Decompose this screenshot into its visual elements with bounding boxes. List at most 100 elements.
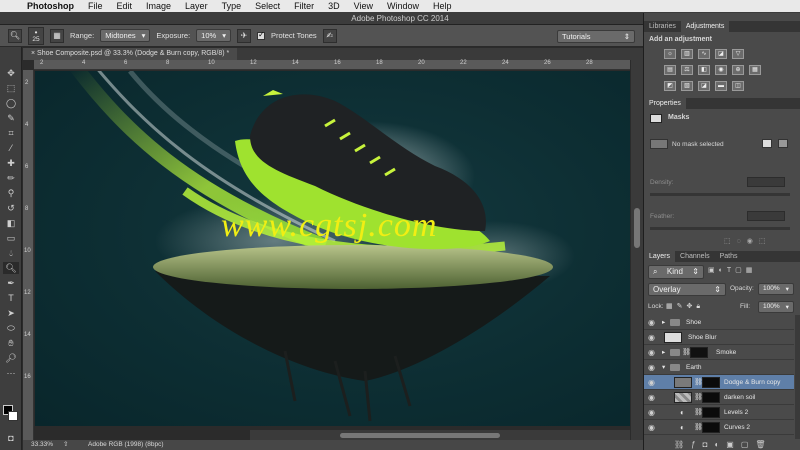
eraser-tool-icon[interactable]: ◧ (3, 217, 19, 229)
fill-field[interactable]: 100% ▾ (758, 301, 794, 313)
brush-tool-icon[interactable]: ✏︎ (3, 172, 19, 184)
tab-adjustments[interactable]: Adjustments (680, 21, 730, 32)
marquee-tool-icon[interactable]: ⬚ (3, 82, 19, 94)
document-canvas[interactable]: www.cgtsj.com (35, 71, 630, 426)
expand-arrow-icon[interactable]: ▸ (662, 345, 665, 360)
pressure-size-icon[interactable]: ✍︎ (322, 28, 337, 43)
lasso-tool-icon[interactable]: ◯ (3, 97, 19, 109)
scroll-thumb[interactable] (634, 208, 640, 248)
menu-help[interactable]: Help (426, 1, 459, 11)
eye-icon[interactable]: ◉ (648, 420, 655, 435)
eyedropper-tool-icon[interactable]: ⁄ (3, 142, 19, 154)
gradient-tool-icon[interactable]: ▭ (3, 232, 19, 244)
background-color-swatch[interactable] (8, 411, 18, 421)
tab-layers[interactable]: Layers (644, 251, 676, 262)
hand-tool-icon[interactable]: ✋︎ (3, 337, 19, 349)
type-tool-icon[interactable]: T (3, 292, 19, 304)
path-select-tool-icon[interactable]: ➤ (3, 307, 19, 319)
tab-libraries[interactable]: Libraries (644, 21, 681, 32)
black-white-icon[interactable]: ◧ (698, 65, 710, 75)
layer-row[interactable]: ◉ ▸ Shoe (644, 315, 794, 330)
crop-tool-icon[interactable]: ⌗ (3, 127, 19, 139)
scroll-thumb[interactable] (340, 433, 500, 438)
pen-tool-icon[interactable]: ✒︎ (3, 277, 19, 289)
layer-row-selected[interactable]: ◉ ⛓︎ Dodge & Burn copy (644, 375, 794, 390)
quick-select-tool-icon[interactable]: ✎ (3, 112, 19, 124)
shape-tool-icon[interactable]: ⬭ (3, 322, 19, 334)
eye-icon[interactable]: ◉ (648, 315, 655, 330)
collapse-arrow-icon[interactable]: ▾ (662, 360, 665, 375)
menu-window[interactable]: Window (380, 1, 426, 11)
gradient-map-icon[interactable]: ▬ (715, 81, 727, 91)
move-tool-icon[interactable]: ✥ (3, 67, 19, 79)
eye-icon[interactable]: ◉ (648, 330, 655, 345)
opacity-field[interactable]: 100% ▾ (758, 283, 794, 295)
blend-mode-select[interactable]: Overlay ⇕ (648, 283, 726, 296)
protect-tones-checkbox[interactable] (256, 30, 265, 40)
blur-tool-icon[interactable]: 💧︎ (3, 247, 19, 259)
menu-select[interactable]: Select (248, 1, 287, 11)
menu-app[interactable]: Photoshop (20, 1, 81, 11)
feather-slider[interactable] (650, 227, 790, 230)
selective-color-icon[interactable]: ◫ (732, 81, 744, 91)
threshold-icon[interactable]: ◪ (698, 81, 710, 91)
layers-scrollbar[interactable] (795, 315, 800, 439)
zoom-level[interactable]: 33.33% (31, 440, 53, 450)
dodge-tool-icon[interactable]: 🔍︎ (3, 262, 19, 274)
range-select[interactable]: Midtones ▾ (100, 29, 151, 42)
menu-edit[interactable]: Edit (110, 1, 140, 11)
layer-filter-kind[interactable]: ⌕ Kind ⇕ (648, 265, 704, 279)
brush-panel-icon[interactable]: ▦ (50, 28, 64, 43)
zoom-tool-icon[interactable]: 🔎︎ (3, 352, 19, 364)
quick-mask-icon[interactable]: ◘ (3, 432, 19, 444)
airbrush-icon[interactable]: ✈︎ (236, 28, 251, 43)
photo-filter-icon[interactable]: ◉ (715, 65, 727, 75)
document-tab[interactable]: × Shoe Composite.psd @ 33.3% (Dodge & Bu… (23, 48, 238, 60)
menu-filter[interactable]: Filter (287, 1, 321, 11)
horizontal-ruler[interactable]: 2 4 6 8 10 12 14 16 18 20 22 24 26 28 (34, 60, 630, 70)
menu-type[interactable]: Type (215, 1, 249, 11)
expand-arrow-icon[interactable]: ▸ (662, 315, 665, 330)
healing-tool-icon[interactable]: ✚ (3, 157, 19, 169)
menu-image[interactable]: Image (139, 1, 178, 11)
density-field[interactable] (747, 177, 785, 187)
layer-row[interactable]: ◉ ◐ ⛓︎ Levels 2 (644, 405, 794, 420)
dodge-tool-icon[interactable]: 🔍︎ (8, 28, 22, 43)
layer-row[interactable]: ◉ Shoe Blur (644, 330, 794, 345)
eye-icon[interactable]: ◉ (648, 345, 655, 360)
menu-3d[interactable]: 3D (321, 1, 347, 11)
brush-preset-picker[interactable]: • 25 (28, 26, 44, 45)
eye-icon[interactable]: ◉ (648, 360, 655, 375)
exposure-icon[interactable]: ◪ (715, 49, 727, 59)
tab-properties[interactable]: Properties (644, 98, 686, 109)
levels-icon[interactable]: ▥ (681, 49, 693, 59)
posterize-icon[interactable]: ▧ (681, 81, 693, 91)
density-slider[interactable] (650, 193, 790, 196)
layer-row[interactable]: ◉ ▸ ⛓︎ Smoke (644, 345, 794, 360)
vibrance-icon[interactable]: ▽ (732, 49, 744, 59)
workspace-select[interactable]: Tutorials ⇕ (557, 30, 635, 43)
eye-icon[interactable]: ◉ (648, 375, 655, 390)
feather-field[interactable] (747, 211, 785, 221)
layer-row[interactable]: ◉ ◐ ⛓︎ Curves 2 (644, 420, 794, 435)
menu-layer[interactable]: Layer (178, 1, 215, 11)
status-menu-icon[interactable]: ⇧ (63, 440, 68, 450)
hue-saturation-icon[interactable]: ▤ (664, 65, 676, 75)
menu-view[interactable]: View (347, 1, 380, 11)
stamp-tool-icon[interactable]: ⚲ (3, 187, 19, 199)
curves-icon[interactable]: ∿ (698, 49, 710, 59)
more-tools-icon[interactable]: ··· (3, 367, 19, 379)
add-pixel-mask-icon[interactable] (762, 139, 772, 148)
vertical-scrollbar[interactable] (631, 60, 643, 440)
tab-paths[interactable]: Paths (715, 251, 743, 262)
layer-row[interactable]: ◉ ▾ Earth (644, 360, 794, 375)
history-brush-icon[interactable]: ↺ (3, 202, 19, 214)
eye-icon[interactable]: ◉ (648, 390, 655, 405)
eye-icon[interactable]: ◉ (648, 405, 655, 420)
color-lookup-icon[interactable]: ▦ (749, 65, 761, 75)
lock-icons[interactable]: ▦✎✥🔒︎ (666, 302, 704, 311)
invert-icon[interactable]: ◩ (664, 81, 676, 91)
tab-channels[interactable]: Channels (675, 251, 715, 262)
menu-file[interactable]: File (81, 1, 110, 11)
exposure-field[interactable]: 10% ▾ (196, 29, 231, 42)
